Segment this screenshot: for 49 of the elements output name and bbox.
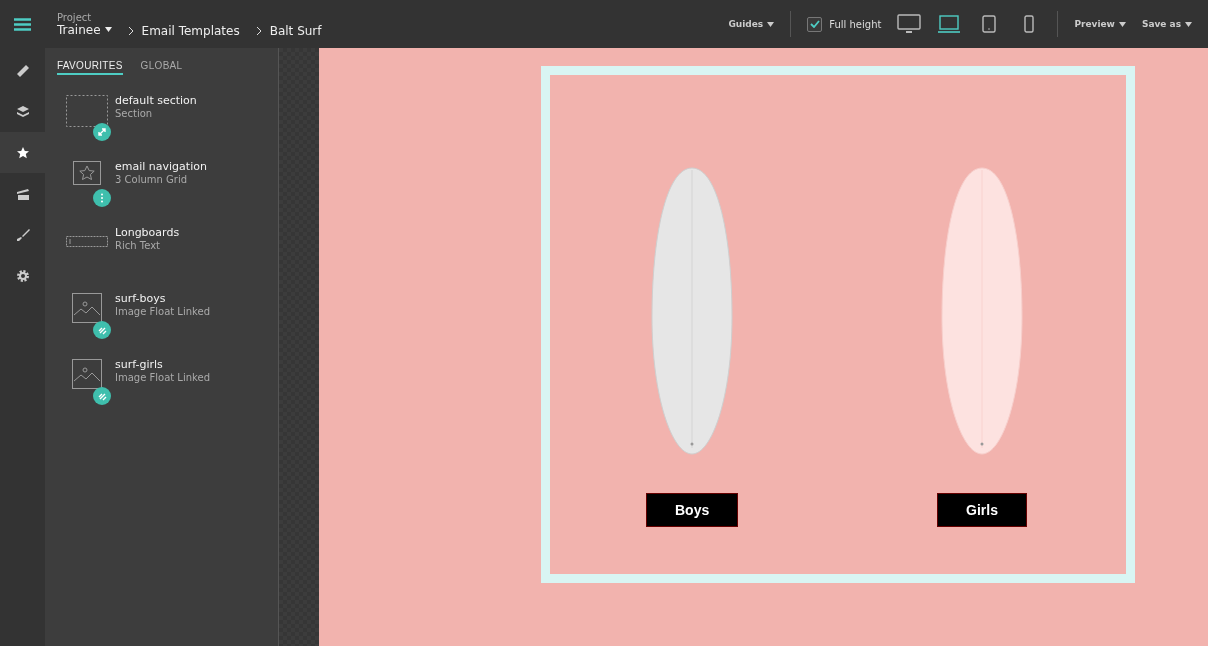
caret-icon [1118, 21, 1126, 27]
item-title[interactable]: Longboards [115, 226, 180, 239]
section-thumbnail-icon [65, 95, 108, 127]
settings-icon [15, 268, 30, 283]
image-thumbnail-icon [71, 293, 102, 323]
item-title[interactable]: email navigation [115, 160, 207, 173]
brush-icon [15, 227, 30, 242]
link-badge-icon[interactable] [93, 321, 111, 339]
image-thumbnail-icon [71, 359, 102, 389]
cta-button[interactable]: Girls [937, 493, 1027, 527]
tablet-icon [982, 15, 997, 33]
item-title[interactable]: surf-boys [115, 292, 210, 305]
item-type: Image Float Linked [115, 372, 210, 383]
caret-icon [1185, 21, 1192, 27]
preview-dropdown[interactable]: Preview [1066, 19, 1134, 29]
cta-button[interactable]: Boys [646, 493, 739, 527]
link-badge-icon[interactable] [93, 387, 111, 405]
chevron-right-icon [127, 26, 134, 36]
item-type: Rich Text [115, 240, 161, 251]
item-type: Image Float Linked [115, 306, 210, 317]
ruler-icon [15, 63, 30, 78]
project-label: Project [57, 11, 93, 23]
project-dropdown[interactable]: Trainee [57, 22, 112, 37]
expand-badge-icon[interactable] [93, 123, 111, 141]
full-height-label: Full height [829, 18, 882, 30]
breadcrumb-link[interactable]: Balt Surf [269, 24, 322, 38]
layers-icon [15, 104, 30, 119]
caret-icon [767, 21, 775, 27]
save-as-dropdown[interactable]: Save as [1133, 19, 1200, 29]
item-type: Section [115, 108, 154, 119]
phone-icon [1024, 15, 1035, 33]
full-height-checkbox[interactable] [807, 16, 823, 32]
star-thumbnail-icon [72, 161, 101, 185]
more-badge-icon[interactable] [93, 189, 111, 207]
panel-tab[interactable]: FAVOURITES [57, 60, 123, 75]
breadcrumb-link[interactable]: Email Templates [141, 24, 240, 38]
desktop-icon [897, 14, 922, 34]
guides-dropdown[interactable]: Guides [720, 19, 783, 29]
laptop-icon [937, 14, 962, 34]
panel-tab[interactable]: GLOBAL [140, 60, 183, 75]
star-icon [15, 145, 30, 160]
chevron-right-icon [255, 26, 262, 36]
sidebar-tab[interactable] [0, 132, 45, 173]
item-title[interactable]: surf-girls [115, 358, 210, 371]
store-icon [15, 186, 30, 201]
item-type: 3 Column Grid [115, 174, 188, 185]
caret-icon [104, 27, 112, 32]
menu-icon[interactable] [14, 17, 31, 31]
item-title[interactable]: default section [115, 94, 197, 107]
